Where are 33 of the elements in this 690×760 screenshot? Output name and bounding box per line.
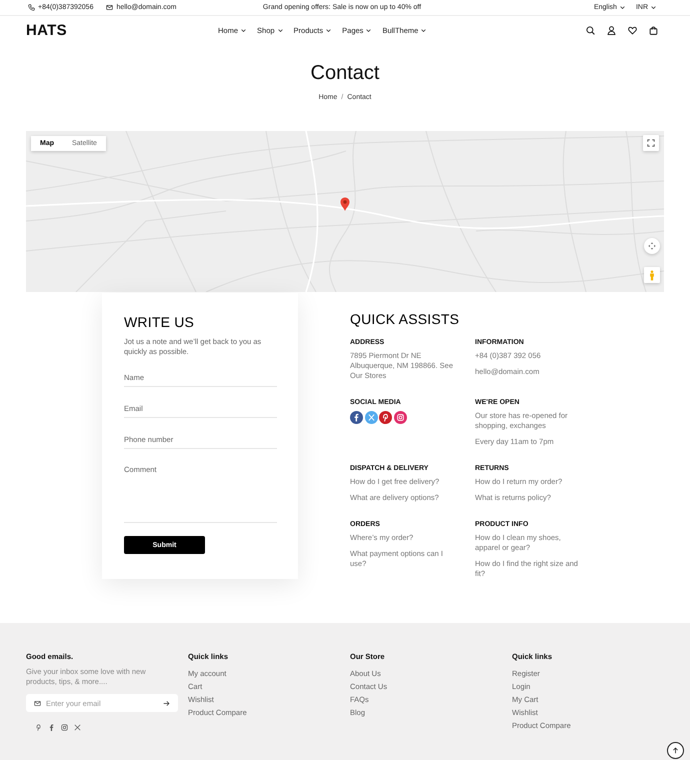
mail-icon — [106, 4, 114, 11]
caret-icon — [326, 28, 332, 32]
page-title: Contact — [310, 61, 380, 85]
heart-icon[interactable] — [628, 26, 637, 35]
person-icon — [649, 270, 655, 280]
caret-icon — [421, 28, 426, 32]
form-title: WRITE US — [124, 313, 194, 331]
facebook-icon[interactable] — [48, 724, 55, 731]
fullscreen-icon — [647, 139, 655, 147]
search-icon[interactable] — [586, 26, 595, 35]
facebook-icon[interactable] — [350, 411, 363, 424]
map-pin-icon[interactable] — [340, 197, 350, 211]
arrow-up-icon — [672, 747, 679, 754]
instagram-icon[interactable] — [394, 411, 406, 424]
x-logo-icon[interactable] — [74, 724, 81, 731]
caret-icon — [278, 28, 283, 32]
arrow-right-icon[interactable] — [163, 700, 170, 706]
pan-arrows-icon — [648, 242, 656, 250]
fullscreen-button[interactable] — [643, 135, 659, 151]
caret-icon — [651, 6, 656, 10]
caret-icon — [241, 28, 246, 32]
logo[interactable]: HATS — [26, 23, 67, 38]
phone-icon — [28, 4, 35, 11]
pinterest-icon[interactable] — [35, 724, 42, 731]
scroll-top-button[interactable] — [667, 742, 684, 759]
caret-icon — [620, 6, 625, 10]
instagram-icon[interactable] — [61, 724, 68, 731]
shopping-bag-icon[interactable] — [649, 26, 658, 35]
mail-icon — [34, 700, 41, 706]
section-title: QUICK ASSISTS — [350, 310, 460, 328]
pinterest-icon[interactable] — [379, 411, 392, 424]
caret-icon — [366, 28, 372, 32]
user-icon[interactable] — [607, 26, 616, 35]
